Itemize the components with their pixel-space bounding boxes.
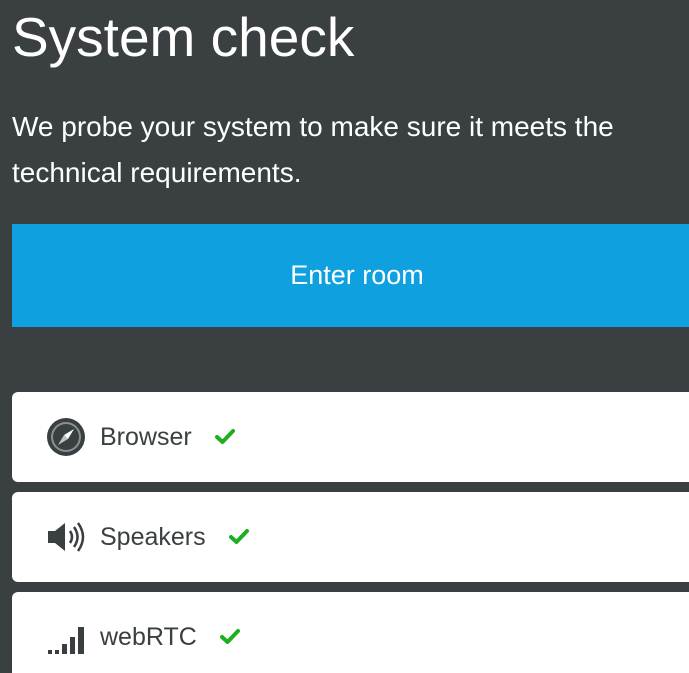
compass-icon (46, 417, 90, 457)
check-item-browser: Browser (12, 392, 689, 482)
signal-bars-icon (46, 617, 90, 657)
check-mark-icon (214, 428, 236, 446)
check-mark-icon (219, 628, 241, 646)
check-item-speakers: Speakers (12, 492, 689, 582)
speaker-icon (46, 517, 90, 557)
check-label-browser: Browser (100, 423, 192, 451)
system-check-panel: System check We probe your system to mak… (0, 0, 689, 673)
page-title: System check (12, 6, 355, 68)
check-label-webrtc: webRTC (100, 623, 197, 651)
check-label-speakers: Speakers (100, 523, 206, 551)
check-item-webrtc: webRTC (12, 592, 689, 673)
check-mark-icon (228, 528, 250, 546)
page-description: We probe your system to make sure it mee… (12, 111, 614, 188)
enter-room-button[interactable]: Enter room (12, 224, 689, 327)
